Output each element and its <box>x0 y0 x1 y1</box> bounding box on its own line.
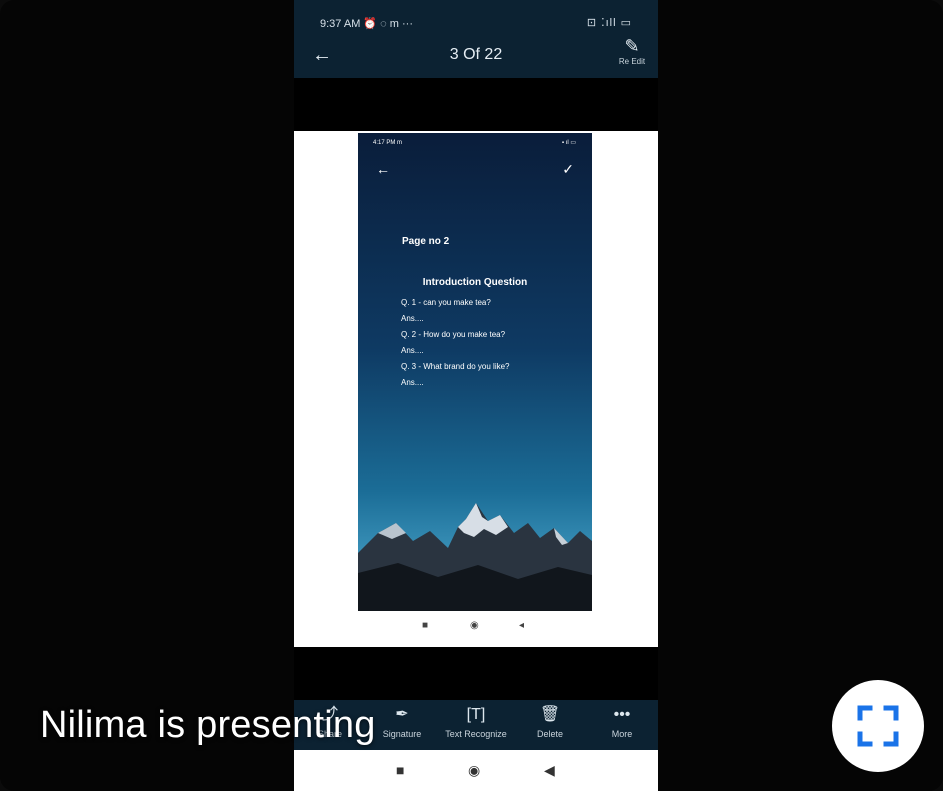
text-recognize-button[interactable]: [T] Text Recognize <box>440 704 512 739</box>
delete-button[interactable]: 🗑 Delete <box>514 704 586 739</box>
trash-icon: 🗑 <box>539 706 561 723</box>
signature-button[interactable]: ✒ Signature <box>366 704 438 739</box>
system-nav-bar: ■ ◉ ◀ <box>294 750 658 791</box>
re-edit-label: Re Edit <box>618 57 646 66</box>
home-button[interactable]: ◉ <box>468 762 480 779</box>
qa-line: Q. 2 - How do you make tea? <box>401 330 506 339</box>
more-dots-icon: ••• <box>613 706 631 723</box>
qa-line: Ans.... <box>401 378 424 387</box>
status-system-icons: ⊡ ⁚ıll ▭ <box>586 17 632 29</box>
viewer-toolbar: ← 3 Of 22 ✎ Re Edit <box>294 36 658 78</box>
question-title: Introduction Question <box>422 277 528 288</box>
shared-phone-screen: 9:37 AM ⏰ ◌ m ··· ⊡ ⁚ıll ▭ ← 3 Of 22 ✎ R… <box>294 0 658 791</box>
meeting-stage: 9:37 AM ⏰ ◌ m ··· ⊡ ⁚ıll ▭ ← 3 Of 22 ✎ R… <box>0 0 943 791</box>
qa-line: Q. 1 - can you make tea? <box>401 298 491 307</box>
page-number-label: Page no 2 <box>402 236 450 247</box>
recents-icon: ■ <box>422 620 429 631</box>
recents-button[interactable]: ■ <box>396 762 404 778</box>
page-counter: 3 Of 22 <box>449 46 503 63</box>
fullscreen-icon <box>857 705 899 747</box>
text-recognize-icon: [T] <box>466 706 486 723</box>
back-button[interactable]: ◀ <box>544 762 555 779</box>
fullscreen-button[interactable] <box>832 680 924 772</box>
presenter-label: Nilima is presenting <box>40 704 376 746</box>
status-time: 9:37 AM ⏰ ◌ m ··· <box>320 18 413 30</box>
embedded-back-icon: ← <box>376 161 390 177</box>
re-edit-button[interactable]: ✎ Re Edit <box>612 36 652 66</box>
embedded-status-icons: ▪ ıl ▭ <box>561 140 576 146</box>
pencil-icon: ✎ <box>624 36 640 56</box>
embedded-screenshot: 4:17 PM m ▪ ıl ▭ ← ✓ Page no 2 Introduct… <box>358 133 592 611</box>
signature-pen-icon: ✒ <box>395 706 409 723</box>
more-button[interactable]: ••• More <box>586 704 658 739</box>
status-bar: 9:37 AM ⏰ ◌ m ··· ⊡ ⁚ıll ▭ <box>294 0 658 36</box>
mountain-image <box>358 503 592 611</box>
back-triangle-icon: ◂ <box>519 620 525 631</box>
qa-line: Q. 3 - What brand do you like? <box>401 362 510 371</box>
embedded-check-icon: ✓ <box>562 161 574 177</box>
home-icon: ◉ <box>470 620 479 631</box>
qa-line: Ans.... <box>401 346 424 355</box>
qa-line: Ans.... <box>401 314 424 323</box>
embedded-nav-bar: ■ ◉ ◂ <box>294 617 658 637</box>
document-page: 4:17 PM m ▪ ıl ▭ ← ✓ Page no 2 Introduct… <box>294 131 658 647</box>
embedded-status-time: 4:17 PM m <box>373 140 403 146</box>
